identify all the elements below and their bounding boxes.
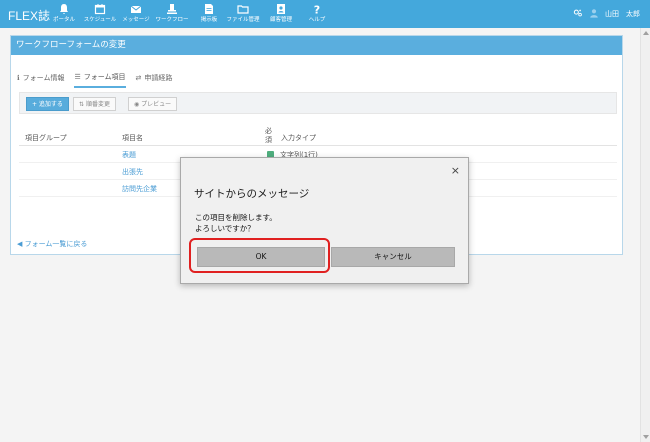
close-icon[interactable]: × bbox=[451, 165, 460, 176]
col-item-group: 項目グループ bbox=[25, 134, 67, 142]
nav-help-label: ヘルプ bbox=[308, 17, 326, 23]
scroll-down-arrow-icon[interactable] bbox=[643, 435, 649, 439]
list-icon: ☰ bbox=[74, 73, 81, 81]
preview-button-label: プレビュー bbox=[141, 101, 172, 108]
reorder-button-label: 順番変更 bbox=[85, 101, 110, 108]
tab-form-items[interactable]: ☰ フォーム項目 bbox=[74, 72, 126, 88]
col-required-bottom: 須 bbox=[265, 136, 272, 144]
form-tabs: ℹ フォーム情報 ☰ フォーム項目 ⇄ 申請経路 bbox=[17, 72, 172, 88]
tab-form-info[interactable]: ℹ フォーム情報 bbox=[17, 72, 64, 88]
preview-button[interactable]: ◉ プレビュー bbox=[128, 97, 178, 111]
back-link-label: フォーム一覧に戻る bbox=[24, 240, 88, 248]
confirm-dialog: × サイトからのメッセージ この項目を削除します。 よろしいですか？ OK キャ… bbox=[180, 157, 469, 284]
help-icon: ? bbox=[297, 2, 337, 17]
nav-customer-management-label: 顧客管理 bbox=[269, 17, 292, 23]
calendar-icon bbox=[80, 2, 120, 16]
item-name-link[interactable]: 表題 bbox=[122, 150, 136, 160]
reorder-button[interactable]: ⇅ 順番変更 bbox=[73, 97, 116, 111]
nav-schedule[interactable]: スケジュール bbox=[80, 2, 120, 24]
ok-button[interactable]: OK bbox=[197, 247, 325, 267]
settings-icon[interactable] bbox=[573, 8, 583, 20]
nav-message[interactable]: メッセージ bbox=[116, 2, 156, 24]
vertical-scrollbar[interactable] bbox=[640, 28, 650, 442]
customer-icon bbox=[261, 2, 301, 16]
back-to-form-list-link[interactable]: ◀ フォーム一覧に戻る bbox=[17, 239, 87, 249]
items-toolbar: + 追加する ⇅ 順番変更 ◉ プレビュー bbox=[19, 92, 617, 114]
svg-text:?: ? bbox=[314, 4, 320, 16]
dialog-title: サイトからのメッセージ bbox=[194, 188, 310, 200]
scroll-up-arrow-icon[interactable] bbox=[643, 31, 649, 35]
sort-icon: ⇅ bbox=[79, 101, 86, 108]
info-icon: ℹ bbox=[17, 74, 20, 82]
tab-approval-route[interactable]: ⇄ 申請経路 bbox=[136, 72, 173, 88]
dialog-message-line-2: よろしいですか？ bbox=[195, 224, 255, 233]
cancel-button[interactable]: キャンセル bbox=[331, 247, 455, 267]
panel-title: ワークフローフォームの変更 bbox=[11, 36, 622, 55]
folder-icon bbox=[223, 2, 263, 16]
tab-form-items-label: フォーム項目 bbox=[83, 73, 126, 81]
mail-icon bbox=[116, 2, 156, 16]
bell-icon bbox=[44, 2, 84, 16]
item-name-link[interactable]: 出張先 bbox=[122, 167, 143, 177]
col-item-name: 項目名 bbox=[122, 134, 143, 142]
dialog-message-line-1: この項目を削除します。 bbox=[195, 213, 277, 222]
nav-workflow[interactable]: ワークフロー bbox=[152, 2, 192, 24]
user-name[interactable]: 山田 太郎 bbox=[605, 9, 640, 19]
nav-customer-management[interactable]: 顧客管理 bbox=[261, 2, 301, 24]
workflow-icon bbox=[152, 2, 192, 16]
nav-file-management[interactable]: ファイル管理 bbox=[223, 2, 263, 24]
tab-approval-route-label: 申請経路 bbox=[144, 74, 173, 82]
top-navigation-bar: FLEX誌 ポータル スケジュール メッセージ ワークフロー 掲示板 ファイル管… bbox=[0, 0, 650, 28]
user-icon[interactable] bbox=[589, 8, 599, 20]
route-icon: ⇄ bbox=[135, 74, 142, 82]
nav-portal[interactable]: ポータル bbox=[44, 2, 84, 24]
nav-help[interactable]: ? ヘルプ bbox=[297, 2, 337, 24]
user-area: 山田 太郎 bbox=[573, 7, 640, 21]
items-table-header: 項目グループ 項目名 必 須 入力タイプ bbox=[19, 124, 617, 146]
nav-schedule-label: スケジュール bbox=[83, 17, 117, 23]
col-input-type: 入力タイプ bbox=[281, 134, 316, 142]
nav-workflow-label: ワークフロー bbox=[155, 17, 189, 23]
tab-form-info-label: フォーム情報 bbox=[22, 74, 65, 82]
caret-left-icon: ◀ bbox=[17, 240, 25, 248]
add-item-button[interactable]: + 追加する bbox=[26, 97, 69, 111]
nav-file-management-label: ファイル管理 bbox=[226, 17, 260, 23]
nav-message-label: メッセージ bbox=[122, 17, 150, 23]
nav-portal-label: ポータル bbox=[52, 17, 75, 23]
item-name-link[interactable]: 訪問先企業 bbox=[122, 184, 157, 194]
